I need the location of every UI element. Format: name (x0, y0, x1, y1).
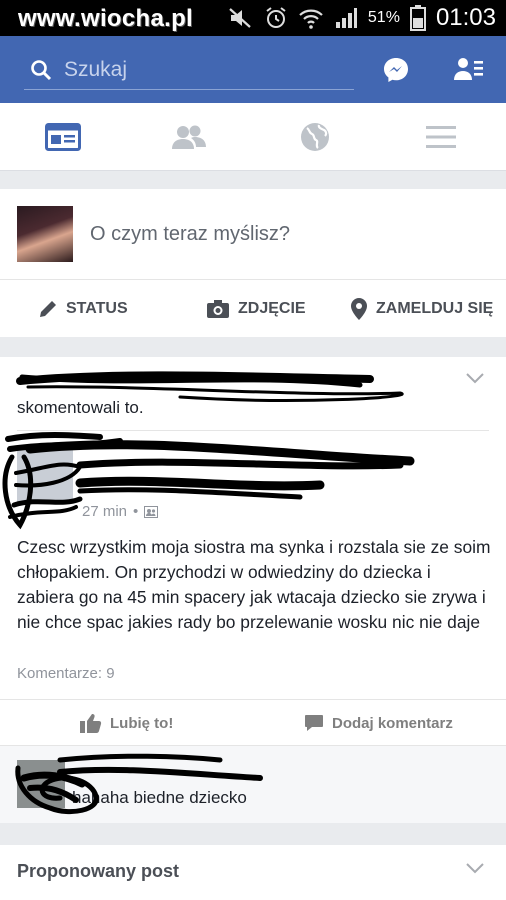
status-button[interactable]: STATUS (38, 280, 128, 338)
search-input[interactable]: Szukaj (24, 50, 354, 90)
composer-card: O czym teraz myślisz? STATUS ZDJĘCIE ZAM… (0, 189, 506, 337)
photo-button[interactable]: ZDJĘCIE (206, 280, 306, 338)
comment-censor-scribble (15, 753, 263, 815)
alarm-icon (266, 7, 286, 28)
comment-text: hahaha biedne dziecko (72, 788, 247, 807)
friend-requests-button[interactable] (454, 56, 484, 87)
chevron-down-icon[interactable] (466, 863, 484, 875)
check-in-button-label: ZAMELDUJ SIĘ (376, 300, 494, 317)
friend-requests-icon (454, 58, 483, 80)
messenger-icon (384, 58, 408, 82)
activity-context: skomentowali to. (17, 398, 144, 417)
signal-icon (335, 8, 357, 28)
globe-icon (301, 123, 329, 151)
status-icons: 51% 01:03 (228, 4, 496, 32)
group-privacy-icon (144, 505, 159, 518)
divider (17, 430, 489, 431)
clock: 01:03 (435, 4, 496, 31)
suggested-post-title: Proponowany post (17, 861, 179, 881)
tab-news-feed[interactable] (0, 103, 126, 171)
add-comment-button[interactable]: Dodaj komentarz (304, 700, 453, 746)
camera-icon (207, 300, 229, 318)
check-in-button[interactable]: ZAMELDUJ SIĘ (350, 280, 493, 338)
wifi-icon (299, 9, 323, 29)
post-time: 27 min (82, 503, 128, 520)
location-pin-icon (351, 298, 367, 320)
like-button[interactable]: Lubię to! (80, 700, 173, 746)
author-avatar[interactable] (17, 447, 73, 503)
tab-friends[interactable] (126, 103, 252, 171)
post-actions: Lubię to! Dodaj komentarz (0, 699, 506, 745)
photo-button-label: ZDJĘCIE (238, 300, 306, 317)
meta-dot: • (133, 503, 139, 520)
battery-icon (409, 5, 426, 31)
tab-menu[interactable] (378, 103, 504, 171)
pencil-icon (40, 301, 56, 317)
friends-icon (172, 125, 206, 149)
tab-notifications[interactable] (252, 103, 378, 171)
top-app-bar: Szukaj (0, 36, 506, 103)
post-meta: 27 min • (82, 503, 159, 520)
post-text: Czesc wrzystkim moja siostra ma synka i … (17, 537, 491, 632)
tab-bar (0, 103, 506, 171)
commenter-avatar (17, 760, 65, 808)
suggested-post-card: Proponowany post (0, 845, 506, 900)
news-feed-icon (45, 123, 81, 151)
like-button-label: Lubię to! (110, 714, 174, 732)
search-placeholder: Szukaj (64, 57, 128, 81)
mute-icon (229, 8, 251, 28)
composer-actions: STATUS ZDJĘCIE ZAMELDUJ SIĘ (0, 279, 506, 337)
search-icon (31, 59, 52, 80)
status-bar: www.wiocha.pl 51% 01:03 (0, 0, 506, 36)
comment-icon (305, 715, 323, 731)
comment-count[interactable]: Komentarze: 9 (17, 665, 115, 682)
avatar (17, 206, 73, 262)
composer-input[interactable]: O czym teraz myślisz? (90, 223, 290, 246)
menu-icon (426, 126, 456, 148)
add-comment-button-label: Dodaj komentarz (332, 714, 453, 732)
feed-post: skomentowali to. 27 min • Czesc wrzystki… (0, 357, 506, 745)
status-button-label: STATUS (66, 300, 128, 317)
battery-percent: 51% (367, 9, 400, 26)
messenger-button[interactable] (382, 56, 410, 89)
watermark: www.wiocha.pl (18, 5, 194, 32)
thumbs-up-icon (80, 714, 102, 733)
comment-preview[interactable]: hahaha biedne dziecko (0, 745, 506, 823)
chevron-down-icon[interactable] (466, 373, 484, 385)
